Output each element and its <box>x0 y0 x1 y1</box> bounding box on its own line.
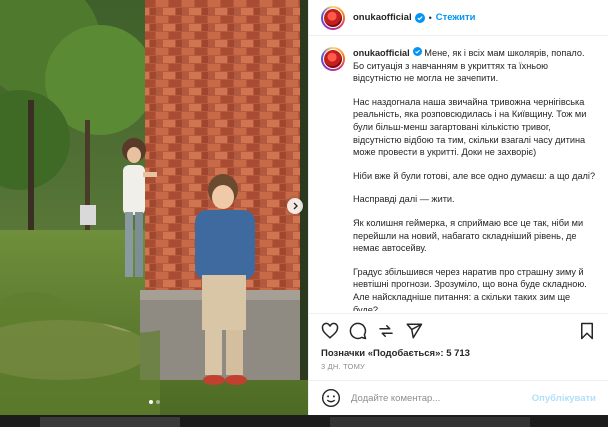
chevron-right-icon <box>293 202 298 210</box>
avatar[interactable] <box>321 5 345 30</box>
post-timestamp[interactable]: 3 ДН. ТОМУ <box>321 362 365 371</box>
background-strip <box>0 415 608 427</box>
carousel-dot <box>148 400 153 404</box>
publish-button[interactable]: Опублікувати <box>532 393 596 404</box>
instagram-post-modal: onukaofficial • Стежити onukaofficial Ме… <box>0 0 608 427</box>
emoji-icon[interactable] <box>321 388 341 408</box>
post-panel: onukaofficial • Стежити onukaofficial Ме… <box>308 0 608 415</box>
bookmark-icon[interactable] <box>578 322 596 340</box>
verified-badge-icon <box>412 47 422 56</box>
follow-button[interactable]: Стежити <box>436 12 476 23</box>
caption-paragraph: Як колишня геймерка, я сприймаю все це т… <box>353 217 584 254</box>
post-header: onukaofficial • Стежити <box>309 0 608 36</box>
separator-dot: • <box>428 12 432 23</box>
comment-input[interactable] <box>351 392 532 404</box>
heart-icon[interactable] <box>321 322 339 340</box>
comment-icon[interactable] <box>349 322 367 340</box>
caption-section: onukaofficial Мене, як і всіх мам школяр… <box>309 37 608 311</box>
share-icon[interactable] <box>377 322 395 340</box>
caption-paragraph: Насправді далі — жити. <box>353 194 455 205</box>
photo-image <box>0 0 308 415</box>
caption-paragraph: Нас наздогнала наша звичайна тривожна че… <box>353 96 587 158</box>
post-photo[interactable] <box>0 0 308 415</box>
likes-count[interactable]: Позначки «Подобається»: 5 713 <box>321 348 470 359</box>
caption-text: onukaofficial Мене, як і всіх мам школяр… <box>353 47 596 311</box>
caption-paragraph: onukaofficial Мене, як і всіх мам школяр… <box>353 47 585 84</box>
username-link[interactable]: onukaofficial <box>353 12 412 23</box>
next-slide-button[interactable] <box>287 198 303 214</box>
caption-username-link[interactable]: onukaofficial <box>353 48 410 58</box>
carousel-dot <box>155 400 160 404</box>
verified-badge-icon <box>414 12 425 23</box>
caption-paragraph: Градус збільшився через наратив про стра… <box>353 266 587 311</box>
comment-bar: Опублікувати <box>309 380 608 415</box>
send-icon[interactable] <box>405 322 423 340</box>
action-bar <box>309 313 608 347</box>
carousel-indicator <box>0 400 308 404</box>
caption-paragraph: Ніби вже й були готові, але все одно дум… <box>353 170 596 181</box>
caption-avatar[interactable] <box>321 47 345 71</box>
